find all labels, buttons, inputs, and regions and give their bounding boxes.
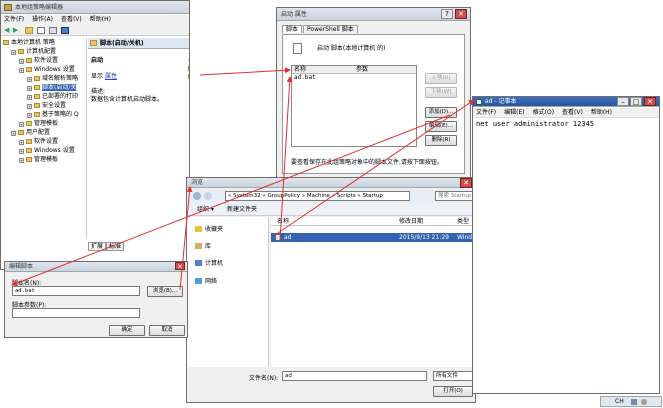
arrow-properties-to-dialog [199,67,291,76]
annotation-arrows [11,67,475,291]
arrow-file-to-script-list [279,76,293,241]
arrow-browse-to-dialog [179,186,193,291]
arrow-file-to-notepad [274,99,475,236]
arrow-add-to-edit-script [11,114,451,286]
